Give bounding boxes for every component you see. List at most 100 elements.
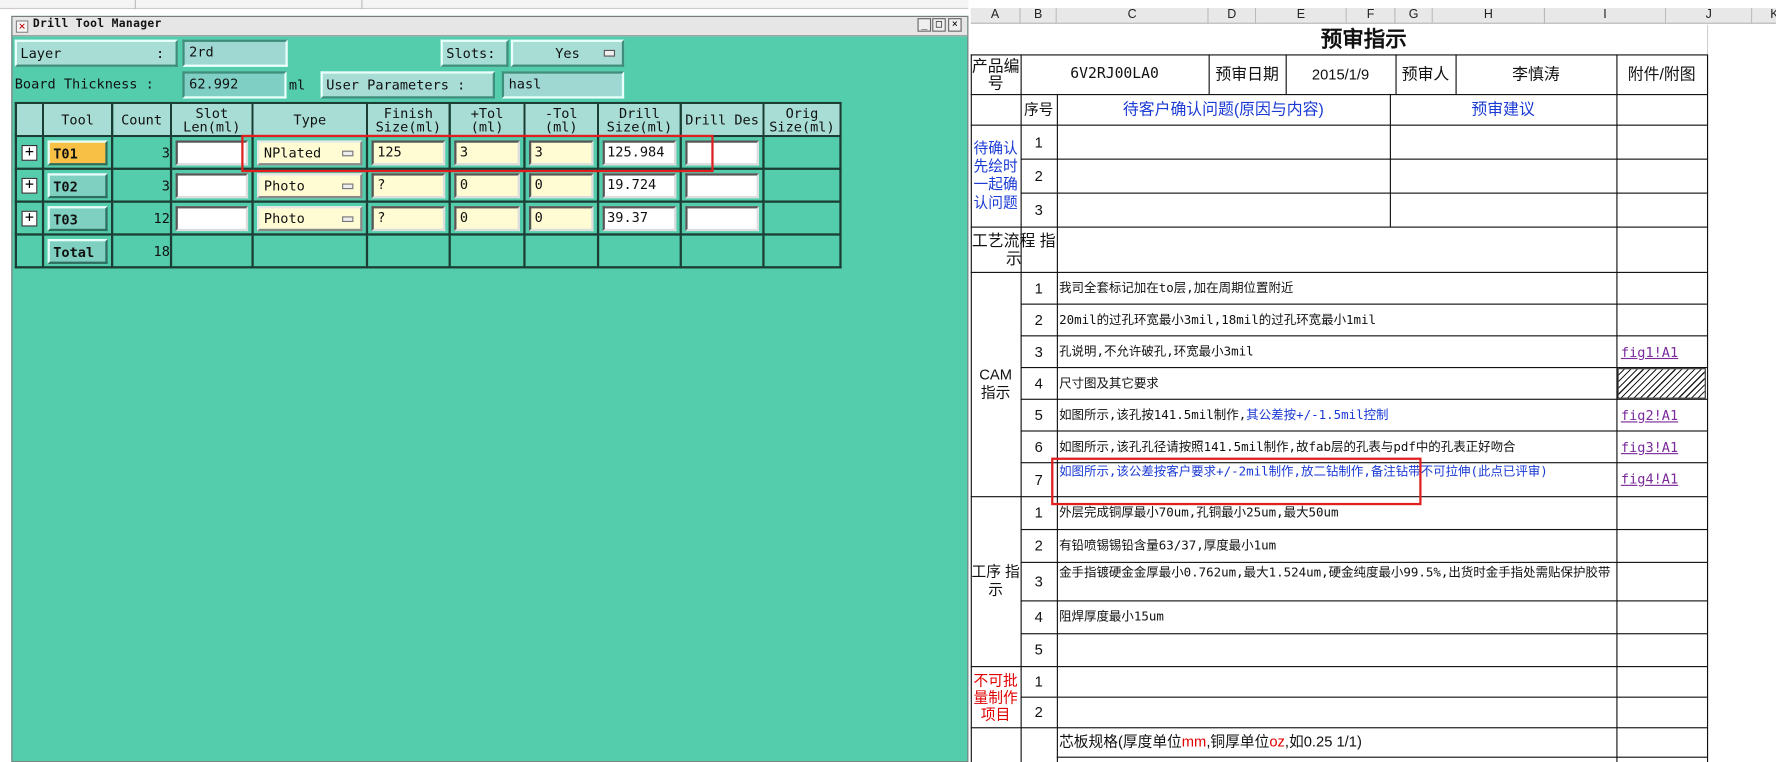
slot-len-input[interactable] xyxy=(175,139,249,165)
border xyxy=(1706,54,1709,762)
tool-count: 12 xyxy=(111,200,173,236)
col-drill-size: Drill Size(ml) xyxy=(596,101,682,138)
orig-size-cell xyxy=(762,167,842,203)
cam-row-no: 1 xyxy=(1034,279,1043,297)
total-button[interactable]: Total xyxy=(47,238,108,264)
drill-des-input[interactable] xyxy=(685,172,759,198)
close-button[interactable]: × xyxy=(948,18,962,32)
slot-len-input[interactable] xyxy=(175,172,249,198)
minimize-button[interactable]: _ xyxy=(917,18,932,32)
cam-row-text[interactable]: 如图所示,该孔孔径请按照141.5mil制作,故fab层的孔表与pdf中的孔表正… xyxy=(1059,439,1515,454)
core-spec-tail: ,如0.25 1/1) xyxy=(1284,732,1362,750)
user-parameters-button[interactable]: User Parameters : xyxy=(320,71,495,99)
border xyxy=(1020,696,1707,698)
cam-row-text-blue: 其公差按+/-1.5mil控制 xyxy=(1246,407,1389,423)
col-plus-tol: +Tol (ml) xyxy=(448,101,526,138)
nobatch-label: 不可批 量制作 项目 xyxy=(973,671,1018,723)
board-thickness-field[interactable]: 62.992 xyxy=(182,71,287,99)
user-parameters-field[interactable]: hasl xyxy=(501,71,625,99)
col-header-f[interactable]: F xyxy=(1346,7,1396,24)
finish-size-input[interactable]: ? xyxy=(371,172,446,198)
border xyxy=(970,124,1707,126)
fig-link[interactable]: fig2!A1 xyxy=(1621,408,1678,424)
core-spec-text[interactable]: 芯板规格(厚度单位mm,铜厚单位oz,如0.25 1/1) xyxy=(1059,734,1362,749)
maximize-button[interactable]: □ xyxy=(932,18,946,32)
cam-row-text-black: 如图所示,该孔按141.5mil制作, xyxy=(1059,407,1247,423)
tool-button[interactable]: T02 xyxy=(47,172,108,198)
process-row-no: 2 xyxy=(1034,536,1043,554)
col-slot-len: Slot Len(ml) xyxy=(169,101,254,138)
tool-count: 3 xyxy=(111,167,173,203)
cam-row-text[interactable]: 孔说明,不允许破孔,环宽最小3mil xyxy=(1059,344,1254,359)
tool-button[interactable]: T03 xyxy=(47,205,108,231)
border xyxy=(1020,335,1707,337)
cam-row-no: 5 xyxy=(1034,406,1043,424)
layer-label: Layer : xyxy=(14,39,178,67)
drill-size-input[interactable]: 39.37 xyxy=(602,205,677,231)
cam-row-text[interactable]: 我司全套标记加在to层,加在周期位置附近 xyxy=(1059,281,1293,296)
col-header-k[interactable]: K xyxy=(1752,7,1776,24)
border xyxy=(1616,94,1618,762)
border xyxy=(1020,633,1707,635)
fig-link[interactable]: fig3!A1 xyxy=(1621,439,1678,455)
col-header-h[interactable]: H xyxy=(1432,7,1546,24)
title-bar[interactable]: ✕ Drill Tool Manager xyxy=(12,16,968,37)
process-row-text[interactable]: 有铅喷锡锡铅含量63/37,厚度最小1um xyxy=(1059,538,1276,553)
cam-row-no: 3 xyxy=(1034,342,1043,360)
expand-icon[interactable]: + xyxy=(21,144,38,161)
nobatch-row-no: 2 xyxy=(1034,703,1043,721)
col-header-b[interactable]: B xyxy=(1020,7,1057,24)
drill-des-input[interactable] xyxy=(685,205,759,231)
cam-label: CAM 指示 xyxy=(979,365,1012,401)
pending-row-no: 2 xyxy=(1034,167,1043,185)
col-header-a[interactable]: A xyxy=(970,7,1021,24)
type-option-menu[interactable]: Photo xyxy=(257,205,363,231)
slots-option-menu[interactable]: Yes xyxy=(510,39,625,67)
border xyxy=(1020,366,1707,369)
reviewer[interactable]: 李慎涛 xyxy=(1456,54,1617,94)
cam-row-text[interactable]: 尺寸图及其它要求 xyxy=(1059,376,1159,391)
type-value: Photo xyxy=(263,210,305,226)
highlight-box xyxy=(1051,457,1422,506)
minus-tol-input[interactable]: 0 xyxy=(528,205,594,231)
review-date[interactable]: 2015/1/9 xyxy=(1286,54,1396,94)
layer-field[interactable]: 2rd xyxy=(182,39,288,67)
cam-row-text[interactable]: 如图所示,该孔按141.5mil制作,其公差按+/-1.5mil控制 xyxy=(1059,408,1388,423)
cam-row-no: 4 xyxy=(1034,374,1043,392)
header-row: Tool Count Slot Len(ml) Type Finish Size… xyxy=(14,101,842,138)
border xyxy=(1056,94,1058,762)
plus-tol-input[interactable]: 0 xyxy=(454,205,520,231)
slots-label: Slots: xyxy=(440,39,509,67)
col-header-d[interactable]: D xyxy=(1208,7,1257,24)
spreadsheet: A B C D E F G H I J K 预审指示 产品编号 6V2RJ00L… xyxy=(968,0,1776,762)
attachment-label: 附件/附图 xyxy=(1627,64,1696,83)
drill-size-input[interactable]: 19.724 xyxy=(602,172,677,198)
col-header-j[interactable]: J xyxy=(1666,7,1753,24)
plus-tol-input[interactable]: 0 xyxy=(454,172,520,198)
fig-link[interactable]: fig4!A1 xyxy=(1621,471,1678,487)
fig-link[interactable]: fig1!A1 xyxy=(1621,344,1678,360)
expand-header xyxy=(14,101,45,138)
drawing-thumbnail[interactable] xyxy=(1617,368,1706,399)
tool-button[interactable]: T01 xyxy=(47,139,108,165)
expand-icon[interactable]: + xyxy=(21,177,38,194)
col-header-i[interactable]: I xyxy=(1545,7,1667,24)
process-row-text[interactable]: 金手指镀硬金金厚最小0.762um,最大1.524um,硬金纯度最小99.5%,… xyxy=(1059,565,1614,580)
slot-len-input[interactable] xyxy=(175,205,249,231)
col-count: Count xyxy=(111,101,173,138)
cam-row-text[interactable]: 20mil的过孔环宽最小3mil,18mil的过孔环宽最小1mil xyxy=(1059,313,1376,328)
col-header-g[interactable]: G xyxy=(1395,7,1433,24)
process-row-text[interactable]: 外层完成铜厚最小70um,孔铜最小25um,最大50um xyxy=(1059,505,1338,520)
finish-size-input[interactable]: ? xyxy=(371,205,446,231)
process-row-text[interactable]: 阻焊厚度最小15um xyxy=(1059,609,1164,624)
product-no[interactable]: 6V2RJ00LA0 xyxy=(1021,54,1209,94)
type-option-menu[interactable]: Photo xyxy=(257,172,363,198)
minus-tol-input[interactable]: 0 xyxy=(528,172,594,198)
process-row-no: 4 xyxy=(1034,608,1043,626)
expand-icon[interactable]: + xyxy=(21,210,38,226)
col-header-e[interactable]: E xyxy=(1256,7,1347,24)
col-header-c[interactable]: C xyxy=(1056,7,1209,24)
suggestion-label: 预审建议 xyxy=(1471,99,1535,118)
window-title: Drill Tool Manager xyxy=(32,18,162,31)
total-count: 18 xyxy=(111,233,173,269)
